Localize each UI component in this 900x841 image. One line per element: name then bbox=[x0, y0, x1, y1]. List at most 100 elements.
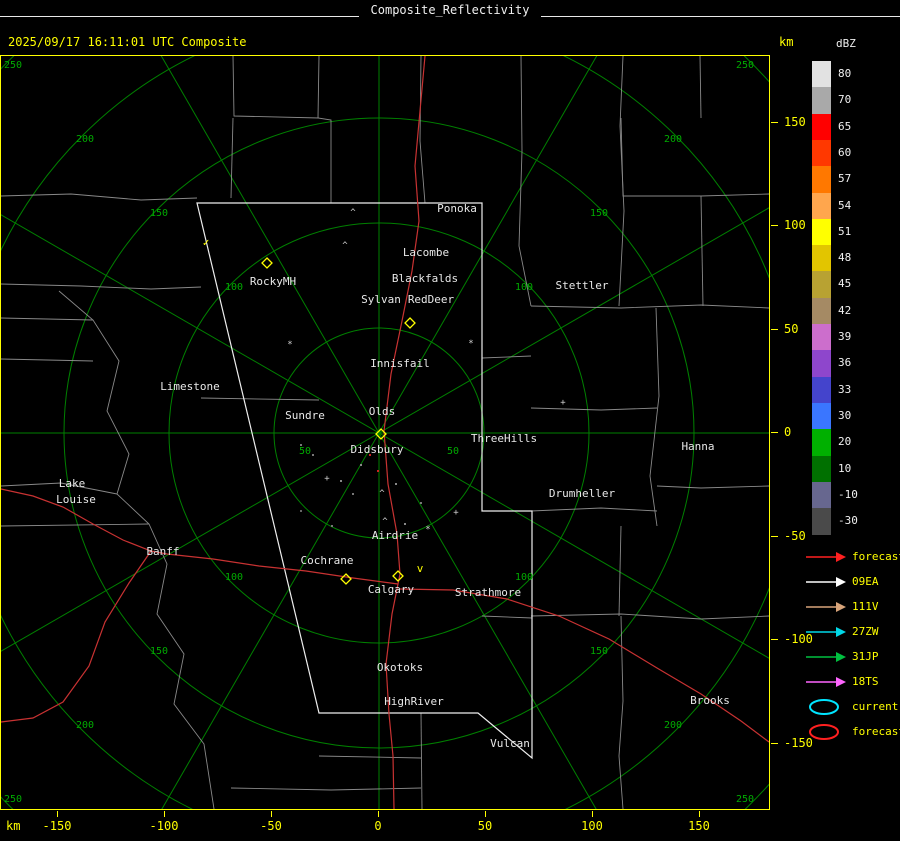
bottom-axis-unit: km bbox=[6, 819, 20, 833]
arrow-head bbox=[836, 552, 846, 562]
arrow-head bbox=[836, 602, 846, 612]
storm-ellipse-row: current bbox=[800, 698, 900, 718]
bottom-axis-label: -150 bbox=[43, 819, 72, 833]
dbz-legend-title: dBZ bbox=[836, 37, 856, 50]
ring-distance-label: 50 bbox=[447, 446, 459, 457]
annotation-mark: + bbox=[324, 474, 330, 484]
dbz-color-legend: dBZ 80706560575451484542393633302010-10-… bbox=[800, 35, 900, 595]
city-label: Limestone bbox=[160, 380, 220, 393]
bottom-axis-label: -50 bbox=[260, 819, 282, 833]
dbz-label: 10 bbox=[838, 456, 851, 482]
dbz-label: 65 bbox=[838, 114, 851, 140]
radar-map[interactable]: 2502001501002502001501002502001501002502… bbox=[0, 55, 770, 810]
city-label: Vulcan bbox=[490, 737, 530, 750]
right-axis-tick bbox=[771, 536, 778, 537]
storm-ellipse-icon bbox=[804, 698, 852, 716]
radar-canvas[interactable]: 2502001501002502001501002502001501002502… bbox=[1, 56, 769, 809]
bottom-axis-tick bbox=[57, 811, 58, 817]
dbz-label: 39 bbox=[838, 324, 851, 350]
track-arrow-row: 18TS bbox=[800, 673, 900, 693]
bottom-axis-tick bbox=[699, 811, 700, 817]
city-label: ThreeHills bbox=[471, 432, 537, 445]
dbz-label: 60 bbox=[838, 140, 851, 166]
dbz-swatch bbox=[812, 140, 831, 167]
ring-distance-label: 100 bbox=[515, 572, 533, 583]
right-axis-tick bbox=[771, 329, 778, 330]
overlay-label: 111V bbox=[852, 600, 879, 613]
dbz-label: -30 bbox=[838, 508, 858, 534]
annotation-mark: * bbox=[468, 339, 473, 349]
bottom-axis-tick bbox=[164, 811, 165, 817]
city-label: Sundre bbox=[285, 409, 325, 422]
title-rule-left bbox=[0, 16, 359, 17]
city-label: Airdrie bbox=[372, 529, 418, 542]
city-label: Banff bbox=[146, 545, 179, 558]
track-arrow-icon bbox=[804, 673, 852, 691]
annotation-mark: ^ bbox=[379, 489, 385, 499]
bottom-axis-label: 0 bbox=[374, 819, 381, 833]
storm-ellipse-icon bbox=[804, 723, 852, 741]
timestamp-label: 2025/09/17 16:11:01 UTC Composite bbox=[8, 35, 246, 49]
annotation-mark: ^ bbox=[342, 241, 348, 251]
annotation-mark: * bbox=[287, 340, 292, 350]
ring-distance-label: 150 bbox=[590, 646, 608, 657]
dbz-swatch bbox=[812, 324, 831, 351]
echo-pixel bbox=[360, 464, 362, 466]
bottom-axis-label: 100 bbox=[581, 819, 603, 833]
ring-distance-label: 250 bbox=[4, 794, 22, 805]
echo-pixel bbox=[340, 480, 342, 482]
dbz-swatch bbox=[812, 377, 831, 404]
right-axis-tick bbox=[771, 225, 778, 226]
dbz-label: 33 bbox=[838, 377, 851, 403]
city-label: Blackfalds bbox=[392, 272, 458, 285]
title-bar: Composite_Reflectivity bbox=[0, 0, 900, 19]
overlay-label: current bbox=[852, 700, 898, 713]
bottom-axis-tick bbox=[378, 811, 379, 817]
echo-pixel bbox=[404, 523, 406, 525]
city-label: Stettler bbox=[556, 279, 609, 292]
radar-echo-layer bbox=[300, 444, 422, 527]
bottom-axis-tick bbox=[271, 811, 272, 817]
bottom-axis-label: 150 bbox=[688, 819, 710, 833]
dbz-label: 70 bbox=[838, 87, 851, 113]
overlay-label: forecast bbox=[852, 550, 900, 563]
dbz-swatch bbox=[812, 61, 831, 88]
city-label: Lake bbox=[59, 477, 86, 490]
dbz-label: 80 bbox=[838, 61, 851, 87]
dbz-swatch bbox=[812, 114, 831, 141]
city-label: Olds bbox=[369, 405, 396, 418]
dbz-swatch bbox=[812, 508, 831, 535]
arrow-head bbox=[836, 677, 846, 687]
ring-distance-label: 200 bbox=[76, 720, 94, 731]
ring-distance-label: 150 bbox=[590, 208, 608, 219]
annotation-mark: + bbox=[453, 508, 459, 518]
right-axis-unit: km bbox=[779, 35, 793, 49]
right-axis-tick bbox=[771, 432, 778, 433]
dbz-label: 48 bbox=[838, 245, 851, 271]
dbz-swatch bbox=[812, 166, 831, 193]
arrow-head bbox=[836, 652, 846, 662]
ring-distance-label: 250 bbox=[736, 60, 754, 71]
city-label: Lacombe bbox=[403, 246, 449, 259]
echo-pixel bbox=[377, 470, 379, 472]
overlay-label: 09EA bbox=[852, 575, 879, 588]
overlay-label: 18TS bbox=[852, 675, 879, 688]
track-arrow-icon bbox=[804, 623, 852, 641]
bottom-distance-axis: km -150-100-50050100150 bbox=[0, 810, 770, 841]
dbz-swatch bbox=[812, 429, 831, 456]
echo-pixel bbox=[352, 493, 354, 495]
annotation-mark: ^ bbox=[382, 517, 388, 527]
city-label: Calgary bbox=[368, 583, 415, 596]
ring-distance-label: 150 bbox=[150, 208, 168, 219]
ring-distance-label: 200 bbox=[664, 720, 682, 731]
city-label: Strathmore bbox=[455, 586, 521, 599]
dbz-swatch bbox=[812, 456, 831, 483]
ring-distance-label: 100 bbox=[225, 572, 243, 583]
right-axis-label: 50 bbox=[784, 322, 798, 336]
radar-app-window: Composite_Reflectivity 2025/09/17 16:11:… bbox=[0, 0, 900, 841]
echo-pixel bbox=[312, 454, 314, 456]
ring-distance-label: 100 bbox=[515, 282, 533, 293]
city-label: Sylvan bbox=[361, 293, 401, 306]
radar-site-marker bbox=[405, 318, 415, 328]
city-label: RedDeer bbox=[408, 293, 455, 306]
